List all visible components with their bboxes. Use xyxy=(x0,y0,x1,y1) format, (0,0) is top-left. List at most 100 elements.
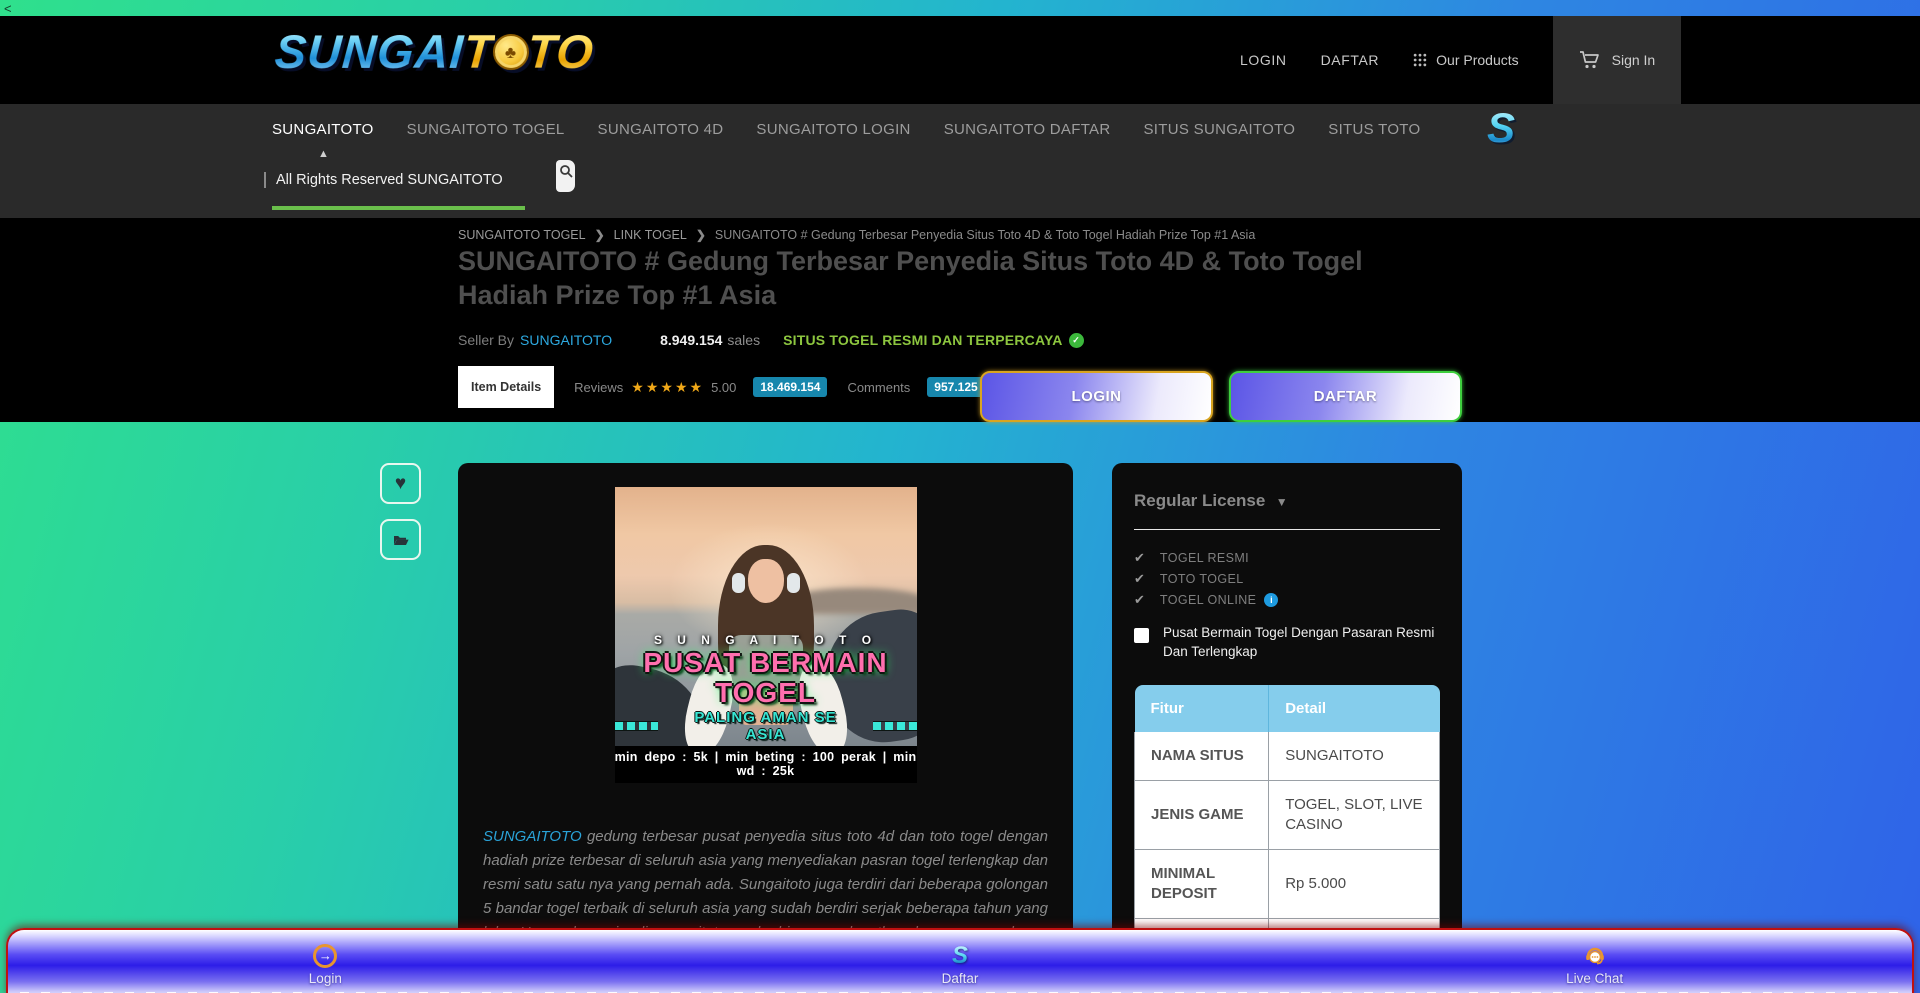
feature-row: ✔ TOGEL ONLINE i xyxy=(1134,592,1440,608)
header: SUNGAIT♣TO LOGIN DAFTAR Our Products Sig… xyxy=(0,16,1920,104)
info-icon[interactable]: i xyxy=(1264,593,1278,607)
navbar: SUNGAITOTO SUNGAITOTO TOGEL SUNGAITOTO 4… xyxy=(0,104,1920,218)
sign-in-button[interactable]: Sign In xyxy=(1553,16,1682,104)
content-header-band: SUNGAITOTO TOGEL ❯ LINK TOGEL ❯ SUNGAITO… xyxy=(0,218,1920,422)
nav-item-situs-sungaitoto[interactable]: SITUS SUNGAITOTO xyxy=(1144,121,1296,138)
description-link[interactable]: SUNGAITOTO xyxy=(483,828,582,845)
breadcrumb-item[interactable]: SUNGAITOTO TOGEL xyxy=(458,228,586,242)
image-overlay: S U N G A I T O T O PUSAT BERMAIN TOGEL … xyxy=(615,633,917,783)
overlay-subtitle: PALING AMAN SE ASIA xyxy=(672,709,858,743)
bottom-livechat-button[interactable]: Live Chat xyxy=(1535,944,1655,986)
product-image[interactable]: S U N G A I T O T O PUSAT BERMAIN TOGEL … xyxy=(615,487,917,783)
table-row: MINIMAL DEPOSIT Rp 5.000 xyxy=(1135,850,1440,919)
license-checkbox[interactable] xyxy=(1134,628,1149,643)
license-title: Regular License xyxy=(1134,491,1265,510)
our-products-label: Our Products xyxy=(1436,52,1518,68)
table-header-fitur: Fitur xyxy=(1135,685,1269,732)
s-logo-icon: S xyxy=(952,944,968,968)
header-daftar-link[interactable]: DAFTAR xyxy=(1321,52,1380,68)
nav-item-sungaitoto-daftar[interactable]: SUNGAITOTO DAFTAR xyxy=(944,121,1111,138)
chevron-right-icon: ❯ xyxy=(595,228,605,242)
nav-item-sungaitoto-togel[interactable]: SUNGAITOTO TOGEL xyxy=(407,121,565,138)
active-underline xyxy=(272,206,525,210)
chevron-right-icon: ❯ xyxy=(696,228,706,242)
check-icon: ✔ xyxy=(1134,550,1145,566)
feature-row: ✔ TOGEL RESMI xyxy=(1134,550,1440,566)
headphone-left xyxy=(732,573,745,593)
table-row: NAMA SITUS SUNGAITOTO xyxy=(1135,732,1440,781)
checkbox-row: Pusat Bermain Togel Dengan Pasaran Resmi… xyxy=(1134,623,1440,661)
our-products-menu[interactable]: Our Products xyxy=(1413,52,1518,68)
nav-item-sungaitoto-login[interactable]: SUNGAITOTO LOGIN xyxy=(756,121,910,138)
overlay-info-strip: min depo : 5k | min beting : 100 perak |… xyxy=(615,746,917,783)
search-icon xyxy=(559,164,573,178)
logo-text-t: T xyxy=(462,24,496,79)
bottom-daftar-label: Daftar xyxy=(942,971,979,986)
seller-name-link[interactable]: SUNGAITOTO xyxy=(520,332,612,348)
checkbox-label: Pusat Bermain Togel Dengan Pasaran Resmi… xyxy=(1163,623,1440,661)
login-button[interactable]: LOGIN xyxy=(980,371,1213,422)
table-cell: Rp 5.000 xyxy=(1269,850,1440,919)
breadcrumb-current: SUNGAITOTO # Gedung Terbesar Penyedia Si… xyxy=(715,228,1255,242)
bottom-daftar-button[interactable]: S Daftar xyxy=(900,944,1020,986)
back-char: < xyxy=(4,1,12,16)
rating-value: 5.00 xyxy=(711,380,736,395)
table-header-detail: Detail xyxy=(1269,685,1440,732)
search-button[interactable] xyxy=(556,160,575,192)
sales-count: 8.949.154 xyxy=(660,332,722,348)
sales-label: sales xyxy=(727,332,760,348)
caret-up-icon: ▲ xyxy=(318,148,329,160)
nav-item-situs-toto[interactable]: SITUS TOTO xyxy=(1328,121,1420,138)
license-header[interactable]: Regular License ▼ xyxy=(1134,491,1440,511)
cart-icon xyxy=(1579,50,1601,70)
nav-menu: SUNGAITOTO SUNGAITOTO TOGEL SUNGAITOTO 4… xyxy=(272,104,1420,154)
grid-icon xyxy=(1413,53,1427,67)
table-cell: NAMA SITUS xyxy=(1135,732,1269,781)
dash-decoration xyxy=(615,722,659,730)
reviews-label[interactable]: Reviews xyxy=(574,380,623,395)
nav-item-sungaitoto[interactable]: SUNGAITOTO xyxy=(272,121,374,138)
feature-label: TOGEL ONLINE xyxy=(1160,593,1257,607)
seller-row: Seller By SUNGAITOTO 8.949.154 sales SIT… xyxy=(458,332,1084,348)
logo-text-sungai: SUNGAI xyxy=(273,24,466,79)
item-tabs-row: Item Details Reviews ★★★★★ 5.00 18.469.1… xyxy=(458,366,1050,408)
feature-label: TOGEL RESMI xyxy=(1160,551,1249,565)
coin-icon: ♣ xyxy=(493,34,529,70)
bottom-login-button[interactable]: → Login xyxy=(265,944,385,986)
page: < SUNGAIT♣TO LOGIN DAFTAR Our Products S… xyxy=(0,0,1920,993)
table-cell: JENIS GAME xyxy=(1135,781,1269,850)
overlay-title: PUSAT BERMAIN TOGEL xyxy=(615,648,917,708)
headphone-right xyxy=(787,573,800,593)
s-logo-icon: S xyxy=(1487,104,1515,152)
site-logo[interactable]: SUNGAIT♣TO xyxy=(273,24,596,79)
header-login-link[interactable]: LOGIN xyxy=(1240,52,1287,68)
table-cell: TOGEL, SLOT, LIVE CASINO xyxy=(1269,781,1440,850)
bottom-action-bar: → Login S Daftar Live Chat xyxy=(6,928,1914,993)
table-cell: MINIMAL DEPOSIT xyxy=(1135,850,1269,919)
daftar-button[interactable]: DAFTAR xyxy=(1229,371,1462,422)
breadcrumb-item[interactable]: LINK TOGEL xyxy=(614,228,687,242)
bottom-login-label: Login xyxy=(309,971,342,986)
comments-label[interactable]: Comments xyxy=(847,380,910,395)
reviews-count-badge[interactable]: 18.469.154 xyxy=(753,377,827,397)
livechat-headset-icon xyxy=(1582,944,1608,968)
page-title: SUNGAITOTO # Gedung Terbesar Penyedia Si… xyxy=(458,244,1443,312)
collection-button[interactable] xyxy=(380,519,421,560)
feature-label: TOTO TOGEL xyxy=(1160,572,1244,586)
bottom-bar-items: → Login S Daftar Live Chat xyxy=(8,930,1912,993)
product-card: S U N G A I T O T O PUSAT BERMAIN TOGEL … xyxy=(458,463,1073,993)
divider xyxy=(1134,529,1440,530)
caret-down-icon: ▼ xyxy=(1276,495,1288,509)
model-face xyxy=(748,559,784,603)
nav-item-sungaitoto-4d[interactable]: SUNGAITOTO 4D xyxy=(598,121,724,138)
tab-item-details[interactable]: Item Details xyxy=(458,366,554,408)
folder-open-icon xyxy=(391,531,411,549)
sign-in-label: Sign In xyxy=(1612,52,1656,68)
favorite-button[interactable]: ♥ xyxy=(380,463,421,504)
dash-decoration xyxy=(873,722,917,730)
check-icon: ✔ xyxy=(1134,571,1145,587)
verified-text: SITUS TOGEL RESMI DAN TERPERCAYA xyxy=(783,332,1062,348)
breadcrumb: SUNGAITOTO TOGEL ❯ LINK TOGEL ❯ SUNGAITO… xyxy=(458,228,1255,242)
dropdown-all-rights[interactable]: All Rights Reserved SUNGAITOTO xyxy=(264,172,503,188)
comments-count-badge[interactable]: 957.125 xyxy=(927,377,984,397)
